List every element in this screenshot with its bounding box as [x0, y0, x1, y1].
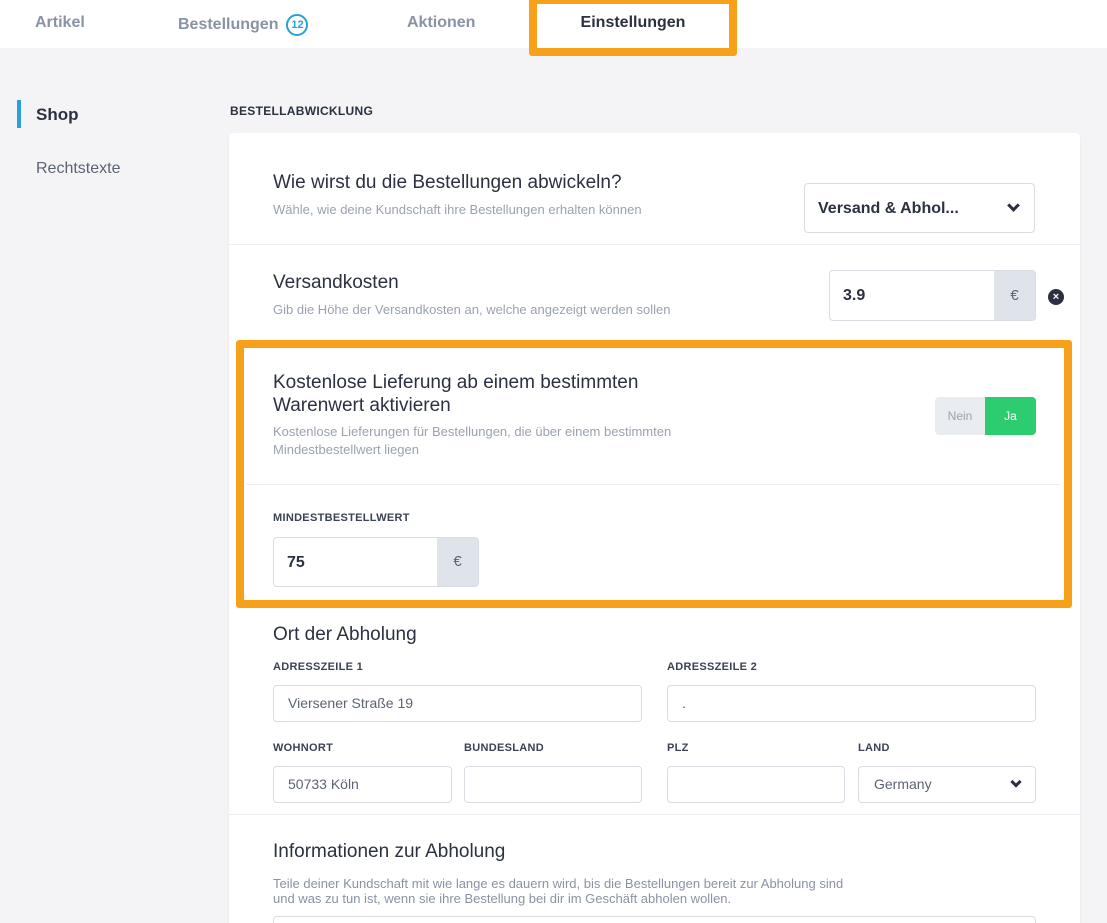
shipping-cost-input[interactable]: 3.9 €: [829, 270, 1036, 321]
fulfillment-title: Wie wirst du die Bestellungen abwickeln?: [273, 172, 622, 193]
orders-count-badge: 12: [286, 14, 309, 36]
tab-einstellungen[interactable]: Einstellungen: [541, 14, 725, 32]
address1-input[interactable]: Viersener Straße 19: [273, 685, 642, 722]
zip-input[interactable]: [667, 766, 845, 803]
tab-bestellungen-label: Bestellungen: [178, 16, 279, 33]
pickup-info-textarea[interactable]: [273, 916, 1036, 923]
divider: [229, 244, 1080, 245]
tab-artikel[interactable]: Artikel: [35, 14, 85, 32]
tab-bestellungen[interactable]: Bestellungen 12: [178, 14, 309, 36]
fulfillment-select[interactable]: Versand & Abhol...: [804, 183, 1035, 233]
divider: [229, 814, 1080, 815]
pickup-info-line1: Teile deiner Kundschaft mit wie lange es…: [273, 876, 844, 891]
country-select-value: Germany: [874, 776, 932, 792]
country-label: LAND: [858, 742, 890, 754]
chevron-down-icon: [1007, 199, 1020, 212]
sidebar-active-marker: [17, 100, 21, 128]
city-input[interactable]: 50733 Köln: [273, 766, 452, 803]
clear-icon[interactable]: ×: [1048, 289, 1064, 305]
euro-unit: €: [994, 271, 1035, 320]
shipping-subtitle: Gib die Höhe der Versandkosten an, welch…: [273, 302, 671, 317]
shipping-title: Versandkosten: [273, 272, 399, 293]
address2-input[interactable]: .: [667, 685, 1036, 722]
pickup-info-text: Teile deiner Kundschaft mit wie lange es…: [273, 876, 843, 906]
country-select[interactable]: Germany: [858, 766, 1036, 803]
city-label: WOHNORT: [273, 742, 334, 754]
address1-label: ADRESSZEILE 1: [273, 661, 364, 673]
fulfillment-subtitle: Wähle, wie deine Kundschaft ihre Bestell…: [273, 202, 642, 217]
fulfillment-select-value: Versand & Abhol...: [818, 200, 959, 217]
sidebar-item-shop[interactable]: Shop: [36, 105, 79, 125]
chevron-down-icon: [1010, 776, 1022, 788]
tab-aktionen[interactable]: Aktionen: [407, 14, 475, 32]
shipping-cost-value: 3.9: [843, 287, 866, 304]
pickup-info-line2: und was zu tun ist, wenn sie ihre Bestel…: [273, 891, 732, 906]
zip-label: PLZ: [667, 742, 689, 754]
state-input[interactable]: [464, 766, 642, 803]
address2-label: ADRESSZEILE 2: [667, 661, 758, 673]
pickup-info-title: Informationen zur Abholung: [273, 841, 506, 862]
section-title: BESTELLABWICKLUNG: [230, 104, 374, 118]
highlight-frame-free-delivery: [236, 340, 1072, 608]
pickup-title: Ort der Abholung: [273, 624, 417, 645]
sidebar-item-rechtstexte[interactable]: Rechtstexte: [36, 160, 120, 178]
state-label: BUNDESLAND: [464, 742, 544, 754]
